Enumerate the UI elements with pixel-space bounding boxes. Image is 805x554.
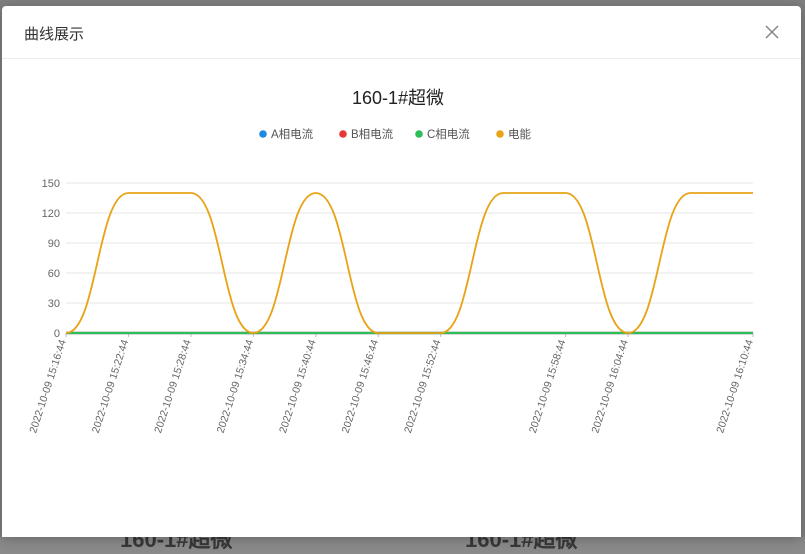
legend-label: B相电流	[351, 127, 394, 141]
y-tick-label: 30	[48, 298, 60, 310]
legend-marker	[339, 130, 347, 138]
legend-marker	[259, 130, 267, 138]
chart-legend: A相电流 B相电流 C相电流 电能	[259, 127, 531, 141]
x-tick-label: 2022-10-09 16:04:44	[589, 338, 631, 435]
legend-label: 电能	[508, 127, 531, 141]
chart-series	[65, 192, 754, 335]
x-tick-label: 2022-10-09 15:28:44	[152, 338, 194, 435]
chart-grid	[66, 182, 753, 334]
legend-item[interactable]: C相电流	[415, 127, 470, 141]
legend-label: C相电流	[427, 127, 470, 141]
y-tick-label: 90	[48, 238, 60, 250]
legend-item[interactable]: 电能	[496, 127, 531, 141]
x-tick-label: 2022-10-09 15:40:44	[277, 338, 319, 435]
legend-label: A相电流	[271, 127, 314, 141]
line-chart: 160-1#超微 A相电流 B相电流 C相电流 电能 0306090120150 20…	[27, 88, 756, 435]
legend-item[interactable]: A相电流	[259, 127, 314, 141]
x-tick-label: 2022-10-09 15:52:44	[402, 338, 444, 435]
legend-item[interactable]: B相电流	[339, 127, 394, 141]
y-tick-label: 120	[42, 208, 60, 220]
legend-marker	[415, 130, 423, 138]
legend-marker	[496, 130, 504, 138]
x-tick-label: 2022-10-09 15:46:44	[340, 338, 382, 435]
x-tick-label: 2022-10-09 15:58:44	[527, 338, 569, 435]
x-tick-label: 2022-10-09 15:16:44	[27, 338, 69, 435]
series-line	[65, 192, 754, 334]
y-tick-label: 150	[42, 178, 60, 190]
x-tick-label: 2022-10-09 15:22:44	[90, 338, 132, 435]
y-axis: 0306090120150	[42, 178, 60, 340]
x-tick-label: 2022-10-09 15:34:44	[215, 338, 257, 435]
chart-title: 160-1#超微	[352, 88, 444, 108]
x-axis: 2022-10-09 15:16:44 2022-10-09 15:22:44 20…	[27, 333, 756, 435]
curve-dialog: 曲线展示 160-1#超微 A相电流 B相电流 C相电流 电能 0 30 60 90 120 1…	[2, 6, 801, 537]
y-tick-label: 60	[48, 268, 60, 280]
x-tick-label: 2022-10-09 16:10:44	[714, 338, 756, 435]
